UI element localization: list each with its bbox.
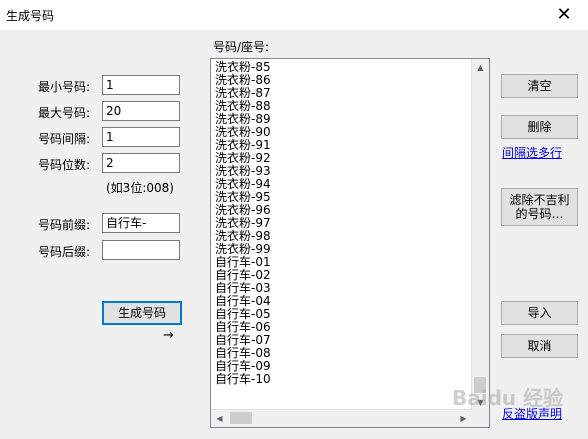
number-list: 洗衣粉-85 洗衣粉-86 洗衣粉-87 洗衣粉-88 洗衣粉-89 洗衣粉-90 洗衣粉-… [215, 61, 271, 386]
digits-label: 号码位数: [38, 158, 91, 172]
suffix-input[interactable] [102, 240, 180, 260]
max-number-label: 最大号码: [38, 106, 91, 120]
max-number-input[interactable]: 20 [102, 101, 180, 121]
horizontal-scrollbar[interactable]: ◀ ▶ [211, 409, 472, 427]
min-number-input[interactable]: 1 [102, 75, 180, 95]
scroll-right-icon[interactable]: ▶ [455, 410, 472, 427]
cancel-button[interactable]: 取消 [501, 334, 578, 358]
vertical-scrollbar[interactable]: ▲ ▼ [471, 59, 489, 411]
filter-unlucky-button[interactable]: 滤除不吉利 的号码… [501, 188, 578, 226]
arrow-right-icon: → [163, 328, 174, 343]
list-header: 号码/座号: [213, 40, 270, 54]
baidu-watermark: Baidu 经验 [452, 386, 564, 410]
close-icon[interactable]: ✕ [550, 3, 578, 27]
number-listbox[interactable]: 洗衣粉-85 洗衣粉-86 洗衣粉-87 洗衣粉-88 洗衣粉-89 洗衣粉-90 洗衣粉-… [210, 58, 490, 428]
interval-input[interactable]: 1 [102, 127, 180, 147]
prefix-label: 号码前缀: [38, 218, 91, 232]
import-button[interactable]: 导入 [501, 301, 578, 325]
digits-input[interactable]: 2 [102, 153, 180, 173]
generate-button[interactable]: 生成号码 [102, 301, 182, 325]
prefix-input[interactable]: 自行车- [102, 213, 180, 233]
suffix-label: 号码后缀: [38, 245, 91, 259]
window-title: 生成号码 [6, 9, 55, 23]
scrollbar-corner [472, 410, 489, 427]
horizontal-scroll-thumb[interactable] [230, 412, 252, 424]
delete-button[interactable]: 删除 [501, 115, 578, 139]
digits-hint: (如3位:008) [106, 181, 174, 195]
list-item[interactable]: 自行车-10 [215, 373, 271, 386]
scroll-up-icon[interactable]: ▲ [472, 59, 489, 76]
min-number-label: 最小号码: [38, 80, 91, 94]
interval-label: 号码间隔: [38, 132, 91, 146]
clear-button[interactable]: 清空 [501, 74, 578, 98]
scroll-left-icon[interactable]: ◀ [211, 410, 228, 427]
interval-select-link[interactable]: 间隔选多行 [502, 144, 562, 161]
title-bar: 生成号码 ✕ [0, 0, 588, 30]
